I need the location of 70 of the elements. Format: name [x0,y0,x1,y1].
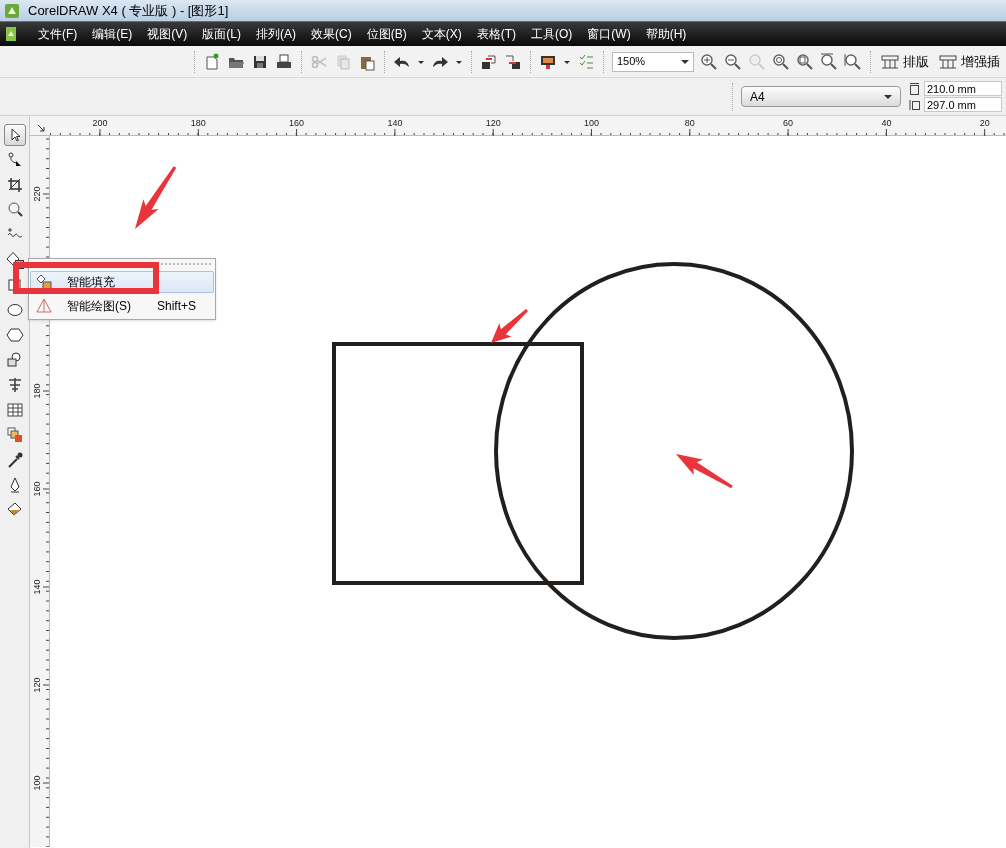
ruler-label: 180 [32,383,42,399]
ruler-label: 60 [783,118,794,128]
zoom-page-icon[interactable] [796,52,814,71]
toolbar-button[interactable]: 排版 [879,51,931,72]
crop-icon [5,176,24,194]
page-height-field[interactable]: 297.0 mm [924,97,1002,112]
ruler-label: 100 [32,775,42,791]
ruler-label: 40 [881,118,892,128]
page-width-icon [909,82,920,95]
checklist-icon[interactable] [577,52,595,71]
ruler-label: 160 [289,118,305,128]
window-title: CorelDRAW X4 ( 专业版 ) - [图形1] [28,1,229,20]
export-icon[interactable] [504,52,522,71]
menu-item[interactable]: 位图(B) [366,25,407,43]
menu-item[interactable]: 文件(F) [38,25,78,43]
ruler-label: 20 [979,118,990,128]
ruler-label: 140 [32,579,42,595]
ellipse-icon [5,301,24,319]
polygon-icon [5,326,24,344]
smart-fill-icon [5,251,24,269]
zoom-height-icon[interactable] [844,52,862,71]
menu-item[interactable]: 智能绘图(S) Shift+S [30,295,214,317]
tool-button[interactable] [3,124,26,146]
import-icon[interactable] [480,52,498,71]
caret-icon [884,93,892,100]
page-width-field[interactable]: 210.0 mm [924,81,1002,96]
ruler-label: 120 [32,677,42,693]
zoom-in-icon[interactable] [700,52,718,71]
annotation-arrow [491,308,528,343]
app-logo-icon [4,2,20,19]
shape-edit-icon [5,151,24,169]
ruler-label: 220 [32,186,42,202]
menu-item[interactable]: 编辑(E) [92,25,133,43]
shapes-icon [5,351,24,369]
caret-icon [681,58,689,65]
menu-item[interactable]: 版面(L) [202,25,241,43]
layout-icon [881,53,899,70]
menu-item[interactable]: 帮助(H) [645,25,687,43]
table-icon [5,401,24,419]
new-document-icon[interactable] [203,52,221,71]
zoom-icon [5,201,24,219]
ruler-label: 80 [684,118,695,128]
annotation-arrow [676,454,733,489]
menu-item[interactable]: 效果(C) [311,25,352,43]
ruler-label: 160 [32,481,42,497]
zoom-dropdown[interactable]: 150% [612,51,694,72]
toolbar-button[interactable]: 增强插 [937,51,1002,72]
page-height-icon [909,98,920,111]
annotation-arrow [135,166,177,229]
print-icon[interactable] [275,52,293,71]
menu-item[interactable]: 视图(V) [147,25,188,43]
menu-item[interactable]: 文本(X) [421,25,462,43]
menu-item[interactable]: 窗口(W) [587,25,631,43]
zoom-width-icon[interactable] [820,52,838,71]
ruler-label: 120 [485,118,501,128]
ruler-label: 200 [92,118,108,128]
ruler-label: 140 [387,118,403,128]
ruler-label: 100 [584,118,599,128]
menu-item[interactable]: 表格(T) [476,25,516,43]
menu-item[interactable]: 工具(O) [531,25,573,43]
zoom-all-icon[interactable] [772,52,790,71]
ruler-label: 180 [190,118,206,128]
layout-icon [939,53,957,70]
page-size-dropdown[interactable]: A4 [741,86,901,107]
smart-drawing-icon [35,298,53,314]
blend-icon [5,426,24,444]
smart-fill-icon [35,274,53,290]
document-icon[interactable] [4,26,18,42]
zoom-out-icon[interactable] [724,52,742,71]
menu-item[interactable]: 排列(A) [256,25,296,43]
